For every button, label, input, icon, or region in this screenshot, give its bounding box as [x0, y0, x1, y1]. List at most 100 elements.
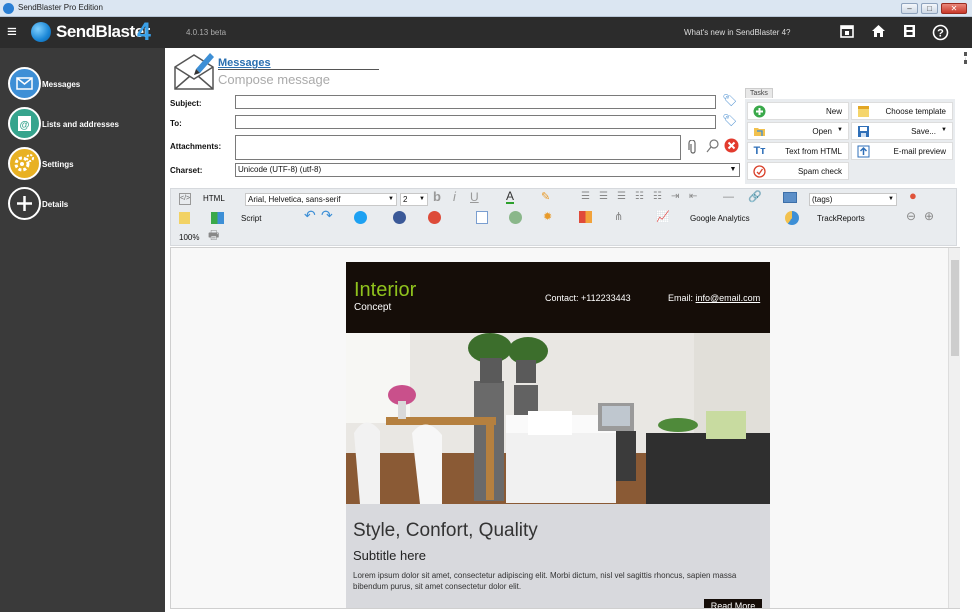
- sparkle-icon[interactable]: ✹: [543, 211, 552, 223]
- google-plus-icon[interactable]: [428, 211, 441, 224]
- to-input[interactable]: [235, 115, 716, 129]
- outdent-icon[interactable]: ⇤: [689, 191, 697, 203]
- bold-icon[interactable]: b: [433, 190, 441, 203]
- spam-check-button[interactable]: Spam check: [747, 162, 849, 180]
- subject-input[interactable]: [235, 95, 716, 109]
- analytics-chart-icon[interactable]: 📈: [656, 211, 670, 223]
- sidebar-item-details[interactable]: Details: [8, 187, 165, 221]
- read-more-button[interactable]: Read More: [704, 599, 762, 608]
- plus-circle-icon: [8, 187, 41, 220]
- numbered-list-icon[interactable]: ☷: [653, 191, 662, 203]
- html-source-icon[interactable]: </>: [179, 193, 191, 205]
- text-from-html-button[interactable]: Tᴛ Text from HTML: [747, 142, 849, 160]
- charset-label: Charset:: [170, 166, 203, 175]
- html-editor[interactable]: Interior Concept Contact: +112233443 Ema…: [170, 247, 961, 609]
- spam-check-label: Spam check: [797, 167, 842, 176]
- sidebar-item-label: Messages: [42, 80, 81, 89]
- facebook-icon[interactable]: [393, 211, 406, 224]
- italic-icon[interactable]: i: [453, 190, 456, 203]
- font-color-icon[interactable]: A: [506, 190, 515, 204]
- minimize-button[interactable]: –: [901, 3, 918, 14]
- script-button[interactable]: Script: [241, 213, 261, 225]
- email-headline: Style, Confort, Quality: [353, 520, 538, 541]
- close-button[interactable]: ✕: [941, 3, 967, 14]
- widgets-icon[interactable]: [211, 212, 224, 224]
- link-icon[interactable]: 🔗: [748, 191, 762, 203]
- sidebar-item-lists[interactable]: @ Lists and addresses: [8, 107, 165, 141]
- paperclip-icon[interactable]: [688, 139, 698, 154]
- choose-template-button[interactable]: Choose template: [851, 102, 953, 120]
- attach-from-url-icon[interactable]: [705, 139, 719, 153]
- align-center-icon[interactable]: ☰: [599, 191, 608, 203]
- print-icon[interactable]: 🖶: [208, 229, 219, 241]
- table-icon[interactable]: [476, 211, 488, 224]
- main-content: Messages Compose message Subject: 🏷 To: …: [165, 48, 972, 612]
- page-scrollbar[interactable]: [960, 48, 972, 612]
- chevron-down-icon: ▼: [729, 166, 737, 173]
- spam-check-icon: [753, 165, 766, 178]
- subject-label: Subject:: [170, 99, 202, 108]
- globe-icon[interactable]: [509, 211, 522, 224]
- open-button[interactable]: Open ▼: [747, 122, 849, 140]
- caret-down-icon: ▼: [941, 127, 947, 133]
- zoom-out-icon[interactable]: ⊖: [906, 210, 916, 222]
- image-icon[interactable]: [783, 192, 797, 203]
- email-preview-button[interactable]: E-mail preview: [851, 142, 953, 160]
- align-left-icon[interactable]: ☰: [581, 191, 590, 203]
- scroll-grip[interactable]: [964, 52, 967, 64]
- save-button[interactable]: Save... ▼: [851, 122, 953, 140]
- maximize-button[interactable]: □: [921, 3, 938, 14]
- new-label: New: [825, 107, 842, 116]
- interior-photo: [346, 333, 770, 504]
- personalize-icon[interactable]: ●: [909, 189, 917, 202]
- horizontal-rule-icon[interactable]: —: [723, 191, 734, 203]
- font-family-select[interactable]: Arial, Helvetica, sans-serif ▼: [245, 193, 397, 206]
- email-brand-sub: Concept: [354, 302, 392, 313]
- attachments-field[interactable]: [235, 135, 681, 160]
- email-paragraph: Lorem ipsum dolor sit amet, consectetur …: [353, 571, 737, 591]
- sidebar-item-label: Details: [42, 200, 69, 209]
- tags-select[interactable]: (tags) ▼: [809, 193, 897, 206]
- undo-icon[interactable]: ↶: [304, 208, 316, 222]
- note-icon[interactable]: [179, 212, 190, 224]
- grid-color-icon[interactable]: [579, 211, 592, 223]
- email-link[interactable]: info@email.com: [696, 293, 761, 303]
- film-icon[interactable]: [900, 24, 918, 42]
- breadcrumb-messages[interactable]: Messages: [218, 57, 271, 69]
- email-label: Email:: [668, 293, 694, 303]
- sidebar-item-messages[interactable]: Messages: [8, 67, 165, 101]
- google-analytics-button[interactable]: Google Analytics: [690, 213, 750, 225]
- html-mode-button[interactable]: HTML: [203, 193, 225, 205]
- track-reports-button[interactable]: TrackReports: [817, 213, 865, 225]
- indent-icon[interactable]: ⇥: [671, 191, 679, 203]
- zoom-in-icon[interactable]: ⊕: [924, 210, 934, 222]
- editor-scrollbar[interactable]: [948, 248, 960, 608]
- align-right-icon[interactable]: ☰: [617, 191, 626, 203]
- home-icon[interactable]: [869, 24, 887, 42]
- tag-icon[interactable]: 🏷: [722, 114, 737, 127]
- track-reports-icon[interactable]: [785, 211, 799, 225]
- calendar-icon[interactable]: [838, 24, 856, 42]
- sidebar-item-settings[interactable]: Settings: [8, 147, 165, 181]
- remove-attachment-icon[interactable]: [724, 138, 739, 153]
- underline-icon[interactable]: U: [470, 191, 479, 203]
- tag-icon[interactable]: 🏷: [722, 94, 737, 107]
- hamburger-menu-icon[interactable]: ≡: [7, 22, 17, 42]
- zoom-level[interactable]: 100%: [179, 232, 199, 244]
- tags-value: (tags): [812, 195, 833, 204]
- share-icon[interactable]: ⋔: [614, 211, 623, 223]
- compose-envelope-icon: [172, 51, 216, 91]
- scrollbar-thumb[interactable]: [951, 260, 959, 356]
- whats-new-link[interactable]: What's new in SendBlaster 4?: [684, 28, 790, 37]
- charset-select[interactable]: Unicode (UTF-8) (utf-8) ▼: [235, 163, 740, 177]
- help-icon[interactable]: ?: [931, 24, 949, 42]
- redo-icon[interactable]: ↷: [321, 208, 333, 222]
- twitter-icon[interactable]: [354, 211, 367, 224]
- new-button[interactable]: New: [747, 102, 849, 120]
- sidebar-item-label: Settings: [42, 160, 74, 169]
- logo-text: SendBlaster: [56, 22, 150, 41]
- bullet-list-icon[interactable]: ☷: [635, 191, 644, 203]
- highlight-icon[interactable]: ✎: [541, 191, 550, 203]
- font-size-select[interactable]: 2 ▼: [400, 193, 428, 206]
- email-body: Style, Confort, Quality Subtitle here Lo…: [346, 504, 770, 608]
